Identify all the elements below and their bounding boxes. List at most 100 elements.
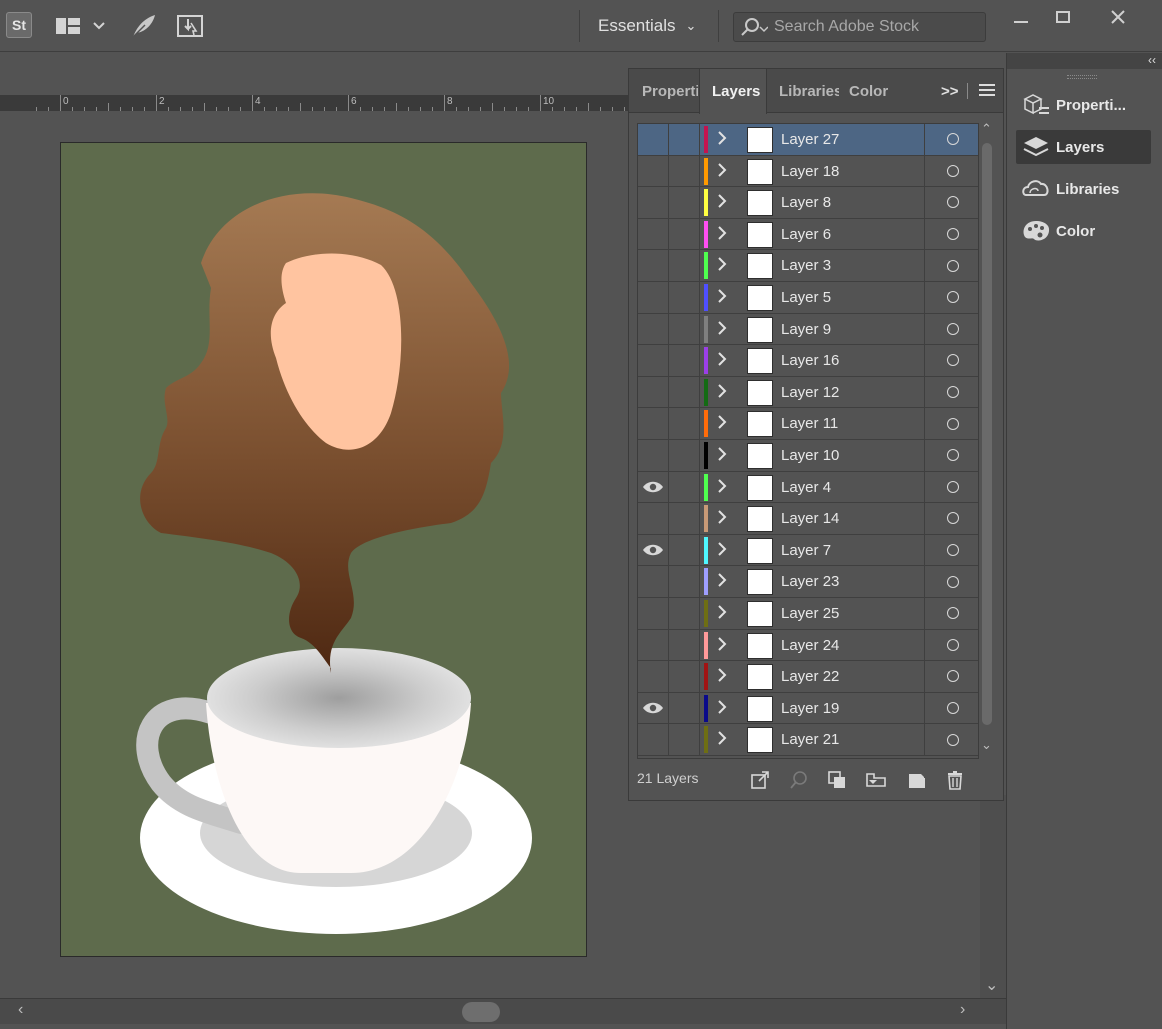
target-circle[interactable] [924,345,978,376]
target-circle[interactable] [924,124,978,155]
layer-row[interactable]: Layer 5 [638,281,978,314]
chevron-down-icon[interactable]: ⌄ [981,737,992,753]
target-circle[interactable] [924,408,978,439]
layer-name[interactable]: Layer 9 [781,321,831,338]
target-circle[interactable] [924,724,978,755]
chevron-right-icon[interactable] [716,128,730,150]
layer-name[interactable]: Layer 11 [781,415,838,432]
stock-search[interactable] [733,12,986,42]
layer-name[interactable]: Layer 18 [781,163,839,180]
layer-name[interactable]: Layer 19 [781,700,839,717]
visibility-toggle[interactable] [638,439,669,471]
lock-toggle[interactable] [669,281,700,313]
layer-row[interactable]: Layer 8 [638,187,978,219]
layer-row[interactable]: Layer 23 [638,566,978,598]
target-circle[interactable] [924,534,978,566]
dock-grip[interactable] [1067,75,1097,79]
chevron-right-icon[interactable]: › [960,1001,965,1019]
chevron-right-icon[interactable] [716,602,730,624]
layer-name[interactable]: Layer 21 [781,731,839,748]
layer-name[interactable]: Layer 23 [781,573,839,590]
layer-list[interactable]: Layer 27 Layer 18 Layer 8 Layer 6 Layer 3 Lay… [637,123,979,759]
layer-name[interactable]: Layer 6 [781,226,831,243]
chevron-right-icon[interactable] [716,381,730,403]
visibility-toggle[interactable] [638,724,669,755]
chevron-right-icon[interactable] [716,412,730,434]
lock-toggle[interactable] [669,124,700,155]
layer-name[interactable]: Layer 8 [781,194,831,211]
layer-row[interactable]: Layer 16 [638,345,978,377]
make-clipping-mask-button[interactable] [826,769,848,791]
chevron-right-icon[interactable] [716,318,730,340]
visibility-toggle[interactable] [638,281,669,313]
layer-name[interactable]: Layer 27 [781,131,839,148]
layer-name[interactable]: Layer 3 [781,257,831,274]
chevron-right-icon[interactable] [716,476,730,498]
visibility-toggle[interactable] [638,471,669,503]
layer-list-scrollbar[interactable]: ⌃ ⌄ [979,121,995,759]
layer-row[interactable]: Layer 18 [638,155,978,188]
workspace-switcher[interactable]: Essentials ⌄ [579,10,719,42]
target-circle[interactable] [924,597,978,629]
locate-object-button[interactable] [788,769,810,791]
layer-row[interactable]: Layer 10 [638,439,978,472]
target-circle[interactable] [924,566,978,597]
layer-row[interactable]: Layer 24 [638,629,978,662]
layer-name[interactable]: Layer 24 [781,637,839,654]
dock-item-libraries[interactable]: Libraries [1016,172,1151,206]
collapse-dock-icon[interactable]: ‹‹ [1148,53,1156,67]
chevron-right-icon[interactable] [716,444,730,466]
tab-libraries[interactable]: Libraries [779,69,839,113]
chevron-right-icon[interactable] [716,286,730,308]
visibility-toggle[interactable] [638,534,669,566]
target-circle[interactable] [924,155,978,187]
layer-row[interactable]: Layer 11 [638,408,978,440]
lock-toggle[interactable] [669,661,700,692]
layer-name[interactable]: Layer 7 [781,542,831,559]
more-tabs-icon[interactable]: >> [941,69,961,113]
stock-logo[interactable]: St [6,12,32,38]
visibility-toggle[interactable] [638,692,669,724]
lock-toggle[interactable] [669,597,700,629]
visibility-toggle[interactable] [638,124,669,155]
target-circle[interactable] [924,376,978,408]
visibility-toggle[interactable] [638,566,669,597]
visibility-toggle[interactable] [638,597,669,629]
layer-name[interactable]: Layer 5 [781,289,831,306]
tab-color[interactable]: Color [849,69,909,113]
lock-toggle[interactable] [669,439,700,471]
visibility-toggle[interactable] [638,218,669,250]
chevron-right-icon[interactable] [716,191,730,213]
target-circle[interactable] [924,439,978,471]
dock-item-layers[interactable]: Layers [1016,130,1151,164]
chevron-right-icon[interactable] [716,728,730,750]
create-new-layer-button[interactable] [906,769,928,791]
tab-layers[interactable]: Layers [699,69,767,114]
lock-toggle[interactable] [669,629,700,661]
scroll-thumb[interactable] [462,1002,500,1022]
visibility-toggle[interactable] [638,187,669,218]
target-circle[interactable] [924,503,978,534]
close-button[interactable] [1097,4,1139,30]
layer-row[interactable]: Layer 12 [638,376,978,409]
restore-button[interactable] [1042,4,1084,30]
layer-row[interactable]: Layer 3 [638,250,978,282]
target-circle[interactable] [924,692,978,724]
visibility-toggle[interactable] [638,408,669,439]
layer-name[interactable]: Layer 12 [781,384,839,401]
layer-row[interactable]: Layer 14 [638,503,978,535]
chevron-right-icon[interactable] [716,665,730,687]
target-circle[interactable] [924,471,978,503]
layer-name[interactable]: Layer 10 [781,447,839,464]
layer-name[interactable]: Layer 25 [781,605,839,622]
chevron-right-icon[interactable] [716,539,730,561]
artboard[interactable] [60,142,587,957]
layer-row[interactable]: Layer 9 [638,313,978,346]
layer-row[interactable]: Layer 22 [638,661,978,693]
chevron-left-icon[interactable]: ‹ [18,1001,23,1019]
layer-row[interactable]: Layer 7 [638,534,978,567]
search-input[interactable] [774,18,984,36]
lock-toggle[interactable] [669,250,700,281]
panel-menu-icon[interactable] [979,83,995,102]
layer-name[interactable]: Layer 4 [781,479,831,496]
